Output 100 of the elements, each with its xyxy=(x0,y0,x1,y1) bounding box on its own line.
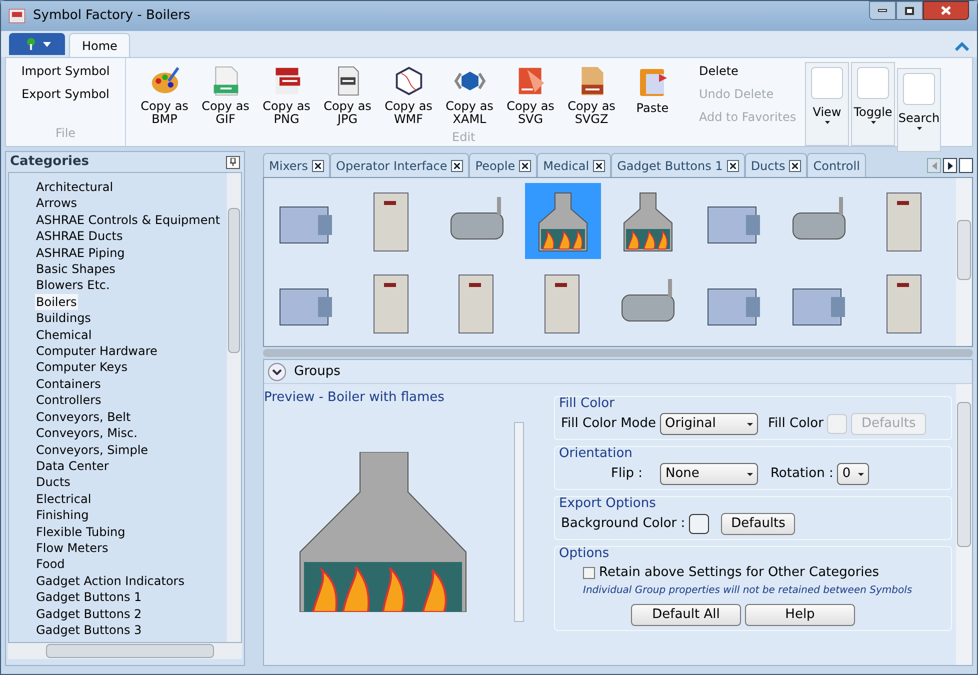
category-item[interactable]: Conveyors, Misc. xyxy=(35,425,138,442)
category-item[interactable]: Computer Keys xyxy=(35,359,128,376)
close-tab-button[interactable] xyxy=(519,160,532,172)
copy-button[interactable]: Copy as XAML xyxy=(439,62,500,126)
category-item[interactable]: Flow Meters xyxy=(35,540,110,556)
category-item[interactable]: Computer Hardware xyxy=(35,343,158,360)
caret-icon xyxy=(824,121,830,124)
document-tab[interactable]: Ducts xyxy=(744,153,808,177)
close-tab-button[interactable] xyxy=(593,160,606,172)
vertical-scrollbar[interactable] xyxy=(956,384,972,665)
close-button[interactable] xyxy=(923,1,969,20)
vertical-scrollbar[interactable] xyxy=(956,178,972,346)
category-item[interactable]: ASHRAE Ducts xyxy=(35,228,124,245)
dropdown[interactable]: 0 xyxy=(837,463,870,485)
scroll-right-button[interactable] xyxy=(943,158,957,173)
field-label: Fill Color xyxy=(768,415,824,434)
category-item[interactable]: Conveyors, Simple xyxy=(35,442,150,458)
ribbon-command[interactable]: Export Symbol xyxy=(22,85,110,103)
category-item[interactable]: Gadget Buttons 1 xyxy=(35,589,143,606)
app-menu-button[interactable] xyxy=(9,33,65,55)
document-tab[interactable]: Operator Interface xyxy=(330,153,470,177)
action-button[interactable]: Help xyxy=(745,604,855,626)
horizontal-scrollbar[interactable] xyxy=(8,643,242,659)
group-caption: File xyxy=(55,125,76,142)
close-icon xyxy=(730,162,736,168)
vertical-scrollbar[interactable] xyxy=(227,173,241,642)
category-item[interactable]: Finishing xyxy=(35,507,90,524)
defaults-button[interactable]: Defaults xyxy=(721,513,796,535)
category-item[interactable]: Food xyxy=(35,556,66,573)
category-item[interactable]: ASHRAE Piping xyxy=(35,244,126,262)
category-item[interactable]: ASHRAE Controls & Equipment xyxy=(35,212,222,228)
ribbon-command[interactable]: Import Symbol xyxy=(21,62,110,80)
document-tab[interactable]: Controll xyxy=(807,153,866,177)
caret-icon xyxy=(858,472,864,476)
field-label: Rotation : xyxy=(770,465,834,484)
group-legend: Options xyxy=(559,546,610,561)
document-tab[interactable]: Medical xyxy=(537,153,612,177)
category-item[interactable]: Chemical xyxy=(35,326,93,344)
document-tab[interactable]: Mixers xyxy=(263,153,330,177)
scroll-thumb[interactable] xyxy=(228,208,240,353)
close-icon xyxy=(792,162,798,168)
copy-button[interactable]: Copy as JPG xyxy=(317,62,378,126)
category-item[interactable]: Buildings xyxy=(35,310,92,327)
pin-button[interactable] xyxy=(226,156,240,168)
scroll-thumb[interactable] xyxy=(46,644,214,658)
action-button[interactable]: Default All xyxy=(631,604,741,626)
minimize-button[interactable] xyxy=(869,1,896,20)
copy-button[interactable]: Copy as GIF xyxy=(195,62,256,126)
ribbon-menu-button[interactable]: Toggle xyxy=(851,62,895,146)
close-tab-button[interactable] xyxy=(312,160,324,172)
category-item[interactable]: Arrows xyxy=(35,195,78,212)
vertical-scrollbar[interactable] xyxy=(514,422,524,622)
document-tab[interactable]: Gadget Buttons 1 xyxy=(611,153,745,177)
category-item[interactable]: Architectural xyxy=(35,179,114,196)
preview-title: Preview - Boiler with flames xyxy=(264,389,446,407)
close-icon xyxy=(315,162,321,168)
copy-button[interactable]: Copy as PNG xyxy=(256,62,317,126)
copy-button[interactable]: Paste xyxy=(622,62,683,126)
category-item[interactable]: Gadget Action Indicators xyxy=(35,572,186,590)
category-item[interactable]: Containers xyxy=(35,376,102,392)
symbol-tile[interactable] xyxy=(524,183,600,259)
category-item[interactable]: Gadget Buttons 2 xyxy=(35,606,143,622)
category-item[interactable]: Data Center xyxy=(35,458,110,474)
help-note: Individual Group properties will not be retained between Symbols xyxy=(582,584,914,598)
ribbon-menu-button[interactable]: View xyxy=(805,62,849,146)
category-item[interactable]: Flexible Tubing xyxy=(35,524,126,540)
close-tab-button[interactable] xyxy=(451,160,464,172)
copy-button[interactable]: Copy as BMP xyxy=(134,62,195,126)
color-swatch[interactable] xyxy=(689,514,710,534)
document-tab[interactable]: People xyxy=(469,153,538,177)
checkbox[interactable] xyxy=(583,566,595,579)
close-tab-button[interactable] xyxy=(789,160,802,172)
collapse-ribbon-icon[interactable] xyxy=(955,42,969,51)
ribbon-command[interactable]: Delete xyxy=(699,62,803,80)
category-item[interactable]: Gadget Buttons 3 xyxy=(35,622,143,638)
scroll-thumb[interactable] xyxy=(957,402,971,547)
maximize-button[interactable] xyxy=(896,1,923,20)
category-item[interactable]: Electrical xyxy=(35,490,92,508)
category-item[interactable]: Controllers xyxy=(35,392,102,409)
expand-button[interactable] xyxy=(268,362,286,380)
ribbon-menu-button[interactable]: Search xyxy=(897,68,941,152)
dropdown[interactable]: Original xyxy=(660,413,758,435)
category-item[interactable]: Conveyors, Belt xyxy=(35,408,132,426)
category-item[interactable]: Blowers Etc. xyxy=(35,277,111,294)
copy-button[interactable]: Copy as SVG xyxy=(500,62,561,126)
category-item[interactable]: Boilers xyxy=(35,294,78,310)
field-label: Background Color : xyxy=(561,515,686,534)
scroll-thumb[interactable] xyxy=(957,220,971,280)
category-item[interactable]: Ducts xyxy=(35,474,72,491)
category-item[interactable]: Basic Shapes xyxy=(35,261,116,278)
right-arrow-icon xyxy=(948,162,952,170)
ribbon-tab[interactable]: Home xyxy=(69,33,130,57)
app-icon xyxy=(9,9,25,23)
pin-icon xyxy=(230,158,236,166)
copy-button[interactable]: Copy as SVGZ xyxy=(561,62,622,126)
window-list-button[interactable] xyxy=(959,158,973,173)
close-tab-button[interactable] xyxy=(726,160,739,172)
close-icon xyxy=(596,162,602,168)
copy-button[interactable]: Copy as WMF xyxy=(378,62,439,126)
dropdown[interactable]: None xyxy=(660,463,758,485)
